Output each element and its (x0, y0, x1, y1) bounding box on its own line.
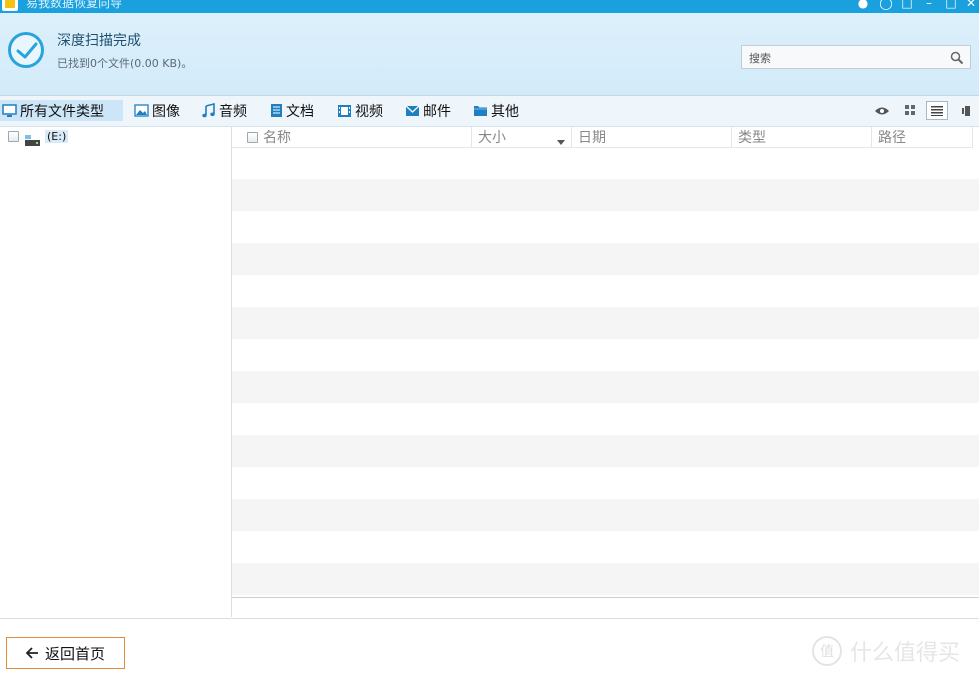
select-all-checkbox[interactable] (247, 131, 258, 143)
arrow-left-icon (25, 647, 39, 659)
film-icon (337, 104, 352, 118)
watermark-text: 什么值得买 (850, 641, 961, 666)
tab-email[interactable]: 邮件 (405, 100, 451, 121)
minimize-icon[interactable]: – (922, 0, 936, 10)
horizontal-scrollbar[interactable] (232, 597, 979, 618)
music-note-icon (201, 103, 216, 118)
back-button-label: 返回首页 (44, 644, 105, 663)
column-date-label: 日期 (578, 130, 606, 146)
tab-label: 邮件 (423, 103, 451, 120)
empty-row (232, 307, 979, 339)
image-icon (134, 104, 149, 117)
empty-row (232, 243, 979, 275)
empty-row (232, 531, 979, 563)
scan-result-summary: 已找到0个文件(0.00 KB)。 (57, 57, 193, 70)
check-circle-icon (8, 32, 44, 68)
app-logo-icon (2, 0, 18, 11)
empty-row (232, 275, 979, 307)
tab-label: 其他 (491, 103, 519, 120)
search-box[interactable] (741, 45, 971, 69)
tree-item-drive[interactable]: (E:) (8, 128, 69, 146)
empty-row (232, 499, 979, 531)
column-type-label: 类型 (738, 130, 766, 146)
close-icon[interactable]: ✕ (964, 0, 978, 10)
column-path-label: 路径 (878, 130, 906, 146)
empty-row (232, 371, 979, 403)
tab-label: 所有文件类型 (20, 103, 104, 120)
search-input[interactable] (747, 47, 951, 69)
folder-icon (473, 104, 488, 117)
column-name-label: 名称 (263, 130, 291, 146)
file-list: 名称 大小 日期 类型 路径 (232, 127, 979, 618)
empty-row (232, 403, 979, 435)
column-date[interactable]: 日期 (572, 127, 732, 147)
tab-other[interactable]: 其他 (473, 100, 519, 121)
tab-label: 音频 (219, 103, 247, 120)
tab-all-file-types[interactable]: 所有文件类型 (0, 100, 123, 121)
maximize-icon[interactable]: □ (944, 0, 958, 10)
drive-label[interactable]: (E:) (45, 129, 69, 143)
file-list-body (232, 147, 979, 595)
list-view-icon[interactable] (926, 101, 948, 120)
search-icon[interactable] (950, 50, 964, 69)
drive-checkbox[interactable] (8, 130, 19, 142)
footer-bar: 返回首页 值 什么值得买 (0, 618, 979, 678)
empty-row (232, 211, 979, 243)
column-name[interactable]: 名称 (232, 127, 472, 147)
tab-documents[interactable]: 文档 (270, 100, 314, 121)
window-title: 易我数据恢复向导 (26, 0, 123, 10)
drive-icon (25, 131, 40, 146)
scan-status-title: 深度扫描完成 (57, 33, 141, 49)
tab-images[interactable]: 图像 (134, 100, 180, 121)
empty-row (232, 467, 979, 499)
column-type[interactable]: 类型 (732, 127, 872, 147)
thumbnail-grid-icon[interactable] (899, 101, 921, 120)
document-icon (270, 103, 283, 118)
back-to-home-button[interactable]: 返回首页 (6, 637, 125, 669)
title-bar: 易我数据恢复向导 ● ◯ □ – □ ✕ (0, 0, 979, 13)
file-type-toolbar: 所有文件类型 图像 音频 文档 视频 邮件 其他 (0, 96, 979, 127)
column-size-label: 大小 (478, 130, 506, 146)
help-icon[interactable]: □ (900, 0, 914, 10)
scan-status-header: 深度扫描完成 已找到0个文件(0.00 KB)。 (0, 13, 979, 96)
watermark-logo-icon: 值 (812, 636, 842, 666)
empty-row (232, 179, 979, 211)
status-icon[interactable]: ◯ (879, 0, 893, 10)
empty-row (232, 435, 979, 467)
file-list-header: 名称 大小 日期 类型 路径 (232, 127, 973, 148)
column-path[interactable]: 路径 (872, 127, 973, 147)
chat-icon[interactable]: ● (856, 0, 870, 10)
empty-row (232, 563, 979, 595)
column-size[interactable]: 大小 (472, 127, 572, 147)
tab-label: 视频 (355, 103, 383, 120)
empty-row (232, 339, 979, 371)
details-pane-icon[interactable] (955, 101, 977, 120)
watermark: 值 什么值得买 (812, 635, 960, 667)
tab-label: 图像 (152, 103, 180, 120)
envelope-icon (405, 105, 420, 117)
tab-audio[interactable]: 音频 (201, 100, 247, 121)
empty-row (232, 147, 979, 179)
tab-video[interactable]: 视频 (337, 100, 383, 121)
tab-label: 文档 (286, 103, 314, 120)
preview-eye-icon[interactable] (871, 101, 893, 120)
monitor-icon (2, 103, 17, 118)
drive-tree-pane: (E:) (0, 127, 232, 617)
